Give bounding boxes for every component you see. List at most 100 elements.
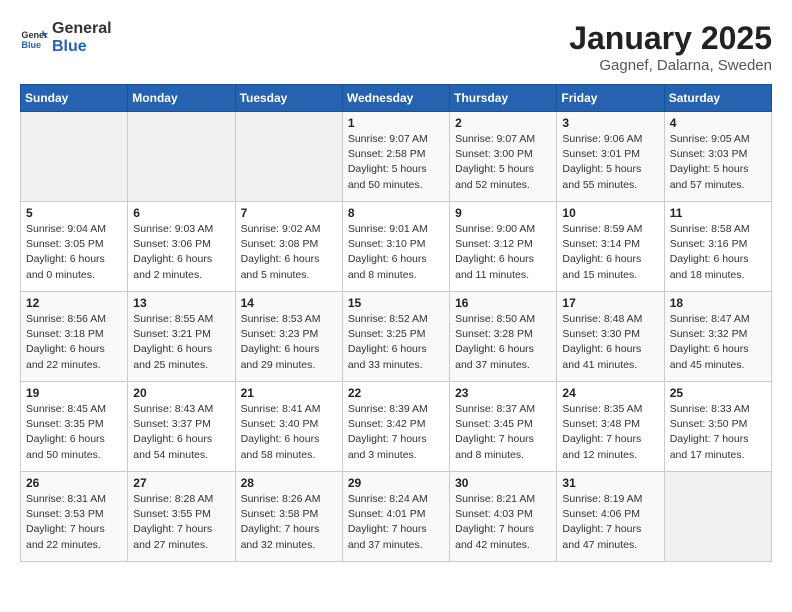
day-number: 28	[241, 476, 337, 490]
calendar-cell: 8Sunrise: 9:01 AM Sunset: 3:10 PM Daylig…	[342, 202, 449, 292]
logo-general: General	[52, 20, 112, 38]
day-number: 10	[562, 206, 658, 220]
calendar-week-row: 5Sunrise: 9:04 AM Sunset: 3:05 PM Daylig…	[21, 202, 772, 292]
day-number: 25	[670, 386, 766, 400]
calendar-cell: 11Sunrise: 8:58 AM Sunset: 3:16 PM Dayli…	[664, 202, 771, 292]
calendar-cell: 20 Sunrise: 8:43 AM Sunset: 3:37 PM Dayli…	[128, 382, 235, 472]
logo-blue: Blue	[52, 38, 112, 56]
day-number: 24	[562, 386, 658, 400]
calendar-location: Gagnef, Dalarna, Sweden	[569, 57, 772, 74]
day-number: 21	[241, 386, 337, 400]
day-number: 2	[455, 116, 551, 130]
day-number: 14	[241, 296, 337, 310]
day-number: 26	[26, 476, 122, 490]
calendar-cell: 22Sunrise: 8:39 AM Sunset: 3:42 PM Dayli…	[342, 382, 449, 472]
day-number: 30	[455, 476, 551, 490]
day-info: Sunrise: 8:33 AM Sunset: 3:50 PM Dayligh…	[670, 402, 766, 463]
calendar-cell: 9Sunrise: 9:00 AM Sunset: 3:12 PM Daylig…	[450, 202, 557, 292]
title-block: January 2025 Gagnef, Dalarna, Sweden	[569, 20, 772, 74]
day-info: Sunrise: 8:45 AM Sunset: 3:35 PM Dayligh…	[26, 402, 122, 463]
weekday-header-wednesday: Wednesday	[342, 85, 449, 112]
day-number: 16	[455, 296, 551, 310]
weekday-header-friday: Friday	[557, 85, 664, 112]
day-info: Sunrise: 8:19 AM Sunset: 4:06 PM Dayligh…	[562, 492, 658, 553]
day-number: 31	[562, 476, 658, 490]
day-info: Sunrise: 8:24 AM Sunset: 4:01 PM Dayligh…	[348, 492, 444, 553]
calendar-cell: 1 Sunrise: 9:07 AM Sunset: 2:58 PM Daylig…	[342, 112, 449, 202]
day-number: 9	[455, 206, 551, 220]
day-number: 5	[26, 206, 122, 220]
calendar-cell: 27 Sunrise: 8:28 AM Sunset: 3:55 PM Dayli…	[128, 472, 235, 562]
day-info: Sunrise: 9:01 AM Sunset: 3:10 PM Dayligh…	[348, 222, 444, 283]
weekday-header-tuesday: Tuesday	[235, 85, 342, 112]
weekday-header-saturday: Saturday	[664, 85, 771, 112]
day-number: 11	[670, 206, 766, 220]
calendar-title: January 2025	[569, 20, 772, 57]
day-number: 20	[133, 386, 229, 400]
calendar-cell: 30Sunrise: 8:21 AM Sunset: 4:03 PM Dayli…	[450, 472, 557, 562]
weekday-header-monday: Monday	[128, 85, 235, 112]
day-info: Sunrise: 8:53 AM Sunset: 3:23 PM Dayligh…	[241, 312, 337, 373]
day-number: 18	[670, 296, 766, 310]
weekday-header-sunday: Sunday	[21, 85, 128, 112]
day-number: 15	[348, 296, 444, 310]
day-info: Sunrise: 8:59 AM Sunset: 3:14 PM Dayligh…	[562, 222, 658, 283]
day-number: 19	[26, 386, 122, 400]
calendar-cell: 12 Sunrise: 8:56 AM Sunset: 3:18 PM Dayli…	[21, 292, 128, 382]
day-number: 27	[133, 476, 229, 490]
day-number: 1	[348, 116, 444, 130]
calendar-cell: 28Sunrise: 8:26 AM Sunset: 3:58 PM Dayli…	[235, 472, 342, 562]
calendar-cell	[128, 112, 235, 202]
day-info: Sunrise: 9:06 AM Sunset: 3:01 PM Dayligh…	[562, 132, 658, 193]
day-info: Sunrise: 8:37 AM Sunset: 3:45 PM Dayligh…	[455, 402, 551, 463]
calendar-cell: 23Sunrise: 8:37 AM Sunset: 3:45 PM Dayli…	[450, 382, 557, 472]
day-info: Sunrise: 8:35 AM Sunset: 3:48 PM Dayligh…	[562, 402, 658, 463]
day-number: 12	[26, 296, 122, 310]
day-info: Sunrise: 8:48 AM Sunset: 3:30 PM Dayligh…	[562, 312, 658, 373]
calendar-week-row: 1 Sunrise: 9:07 AM Sunset: 2:58 PM Daylig…	[21, 112, 772, 202]
day-number: 22	[348, 386, 444, 400]
day-info: Sunrise: 9:03 AM Sunset: 3:06 PM Dayligh…	[133, 222, 229, 283]
day-number: 17	[562, 296, 658, 310]
day-info: Sunrise: 8:52 AM Sunset: 3:25 PM Dayligh…	[348, 312, 444, 373]
page-header: General Blue General Blue January 2025 G…	[20, 20, 772, 74]
day-info: Sunrise: 8:47 AM Sunset: 3:32 PM Dayligh…	[670, 312, 766, 373]
calendar-cell: 24 Sunrise: 8:35 AM Sunset: 3:48 PM Dayli…	[557, 382, 664, 472]
calendar-cell	[235, 112, 342, 202]
calendar-cell: 4 Sunrise: 9:05 AM Sunset: 3:03 PM Daylig…	[664, 112, 771, 202]
day-info: Sunrise: 8:31 AM Sunset: 3:53 PM Dayligh…	[26, 492, 122, 553]
calendar-cell: 6 Sunrise: 9:03 AM Sunset: 3:06 PM Daylig…	[128, 202, 235, 292]
day-info: Sunrise: 9:02 AM Sunset: 3:08 PM Dayligh…	[241, 222, 337, 283]
calendar-table: SundayMondayTuesdayWednesdayThursdayFrid…	[20, 84, 772, 562]
calendar-cell: 3Sunrise: 9:06 AM Sunset: 3:01 PM Daylig…	[557, 112, 664, 202]
calendar-cell: 13Sunrise: 8:55 AM Sunset: 3:21 PM Dayli…	[128, 292, 235, 382]
day-number: 6	[133, 206, 229, 220]
calendar-cell: 19 Sunrise: 8:45 AM Sunset: 3:35 PM Dayli…	[21, 382, 128, 472]
day-info: Sunrise: 9:07 AM Sunset: 3:00 PM Dayligh…	[455, 132, 551, 193]
calendar-cell: 31 Sunrise: 8:19 AM Sunset: 4:06 PM Dayli…	[557, 472, 664, 562]
calendar-cell: 18 Sunrise: 8:47 AM Sunset: 3:32 PM Dayli…	[664, 292, 771, 382]
calendar-cell: 7Sunrise: 9:02 AM Sunset: 3:08 PM Daylig…	[235, 202, 342, 292]
calendar-cell: 26 Sunrise: 8:31 AM Sunset: 3:53 PM Dayli…	[21, 472, 128, 562]
calendar-cell: 10 Sunrise: 8:59 AM Sunset: 3:14 PM Dayli…	[557, 202, 664, 292]
weekday-header-row: SundayMondayTuesdayWednesdayThursdayFrid…	[21, 85, 772, 112]
day-info: Sunrise: 8:50 AM Sunset: 3:28 PM Dayligh…	[455, 312, 551, 373]
day-info: Sunrise: 8:56 AM Sunset: 3:18 PM Dayligh…	[26, 312, 122, 373]
day-info: Sunrise: 9:07 AM Sunset: 2:58 PM Dayligh…	[348, 132, 444, 193]
logo-icon: General Blue	[20, 24, 48, 52]
day-number: 4	[670, 116, 766, 130]
calendar-cell: 29Sunrise: 8:24 AM Sunset: 4:01 PM Dayli…	[342, 472, 449, 562]
calendar-cell	[664, 472, 771, 562]
day-info: Sunrise: 8:43 AM Sunset: 3:37 PM Dayligh…	[133, 402, 229, 463]
calendar-cell: 2 Sunrise: 9:07 AM Sunset: 3:00 PM Daylig…	[450, 112, 557, 202]
calendar-week-row: 26 Sunrise: 8:31 AM Sunset: 3:53 PM Dayli…	[21, 472, 772, 562]
calendar-cell: 5Sunrise: 9:04 AM Sunset: 3:05 PM Daylig…	[21, 202, 128, 292]
day-info: Sunrise: 8:28 AM Sunset: 3:55 PM Dayligh…	[133, 492, 229, 553]
calendar-cell: 14 Sunrise: 8:53 AM Sunset: 3:23 PM Dayli…	[235, 292, 342, 382]
calendar-cell: 16 Sunrise: 8:50 AM Sunset: 3:28 PM Dayli…	[450, 292, 557, 382]
weekday-header-thursday: Thursday	[450, 85, 557, 112]
calendar-cell: 25 Sunrise: 8:33 AM Sunset: 3:50 PM Dayli…	[664, 382, 771, 472]
day-number: 13	[133, 296, 229, 310]
day-info: Sunrise: 8:41 AM Sunset: 3:40 PM Dayligh…	[241, 402, 337, 463]
day-info: Sunrise: 9:05 AM Sunset: 3:03 PM Dayligh…	[670, 132, 766, 193]
